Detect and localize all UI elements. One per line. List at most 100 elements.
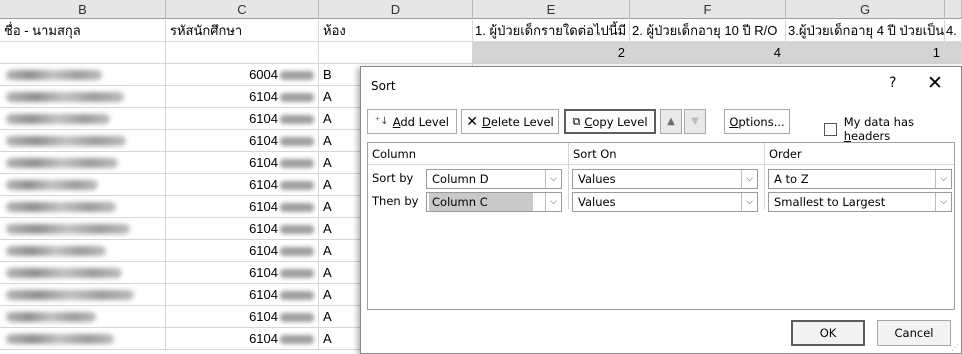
header-cell-room[interactable]: ห้อง: [319, 20, 473, 42]
name-cell[interactable]: [0, 86, 166, 108]
redacted-name: [6, 92, 124, 102]
redacted-id-suffix: [280, 137, 314, 147]
name-cell[interactable]: [0, 240, 166, 262]
move-up-button[interactable]: ▲: [660, 109, 682, 134]
name-cell[interactable]: [0, 174, 166, 196]
student-id-cell[interactable]: 6104: [166, 240, 319, 262]
grid-header-column: Column: [372, 147, 417, 161]
name-cell[interactable]: [0, 196, 166, 218]
name-cell[interactable]: [0, 108, 166, 130]
grid-header-order: Order: [769, 147, 802, 161]
name-cell[interactable]: [0, 152, 166, 174]
name-cell[interactable]: [0, 130, 166, 152]
sort-by-column-value: Column D: [432, 172, 489, 186]
chevron-down-icon: ⌵: [545, 193, 561, 211]
header-cell-student-id[interactable]: รหัสนักศึกษา: [166, 20, 319, 42]
ok-button[interactable]: OK: [791, 320, 865, 346]
chevron-down-icon: ⌵: [935, 193, 951, 211]
totals-cell-b[interactable]: [0, 42, 166, 64]
column-header-f[interactable]: F: [630, 0, 786, 19]
header-cell-q2[interactable]: 2. ผู้ป่วยเด็กอายุ 10 ปี R/O: [630, 20, 786, 42]
then-by-sort-on-dropdown[interactable]: Values ⌵: [572, 192, 758, 212]
student-id-cell[interactable]: 6104: [166, 108, 319, 130]
student-id-cell[interactable]: 6104: [166, 130, 319, 152]
dialog-title: Sort: [371, 79, 396, 93]
student-id-cell[interactable]: 6104: [166, 174, 319, 196]
student-id-cell[interactable]: 6104: [166, 86, 319, 108]
redacted-id-suffix: [280, 203, 314, 213]
column-header-c[interactable]: C: [166, 0, 319, 19]
student-id-cell[interactable]: 6104: [166, 306, 319, 328]
delete-icon: ✕: [466, 113, 478, 130]
then-by-order-dropdown[interactable]: Smallest to Largest ⌵: [768, 192, 952, 212]
column-header-b[interactable]: B: [0, 0, 166, 19]
student-id-cell[interactable]: 6104: [166, 284, 319, 306]
redacted-name: [6, 224, 130, 234]
options-button[interactable]: Options...: [724, 109, 790, 134]
add-level-icon: ⁺↓: [375, 116, 389, 127]
grid-divider-2: [764, 143, 765, 209]
column-header-d[interactable]: D: [319, 0, 473, 19]
name-cell[interactable]: [0, 218, 166, 240]
cancel-button[interactable]: Cancel: [877, 320, 951, 346]
column-header-g[interactable]: G: [786, 0, 945, 19]
name-cell[interactable]: [0, 262, 166, 284]
chevron-down-icon: ⌵: [545, 170, 561, 188]
redacted-name: [6, 246, 106, 256]
delete-level-button[interactable]: ✕ Delete Level: [461, 109, 559, 134]
checkbox-box[interactable]: [824, 122, 837, 136]
student-id-cell[interactable]: 6104: [166, 328, 319, 350]
totals-cell-q3[interactable]: 1: [786, 42, 945, 64]
header-cell-name[interactable]: ชื่อ - นามสกุล: [0, 20, 166, 42]
chevron-down-icon: ⌵: [741, 170, 757, 188]
sort-by-sort-on-dropdown[interactable]: Values ⌵: [572, 169, 758, 189]
add-level-button[interactable]: ⁺↓ Add Level: [367, 109, 457, 134]
column-header-e[interactable]: E: [473, 0, 630, 19]
redacted-id-suffix: [280, 335, 314, 345]
help-button[interactable]: ?: [889, 75, 896, 91]
copy-level-button[interactable]: ⧉ Copy Level: [564, 109, 656, 134]
close-button[interactable]: ✕: [927, 72, 943, 94]
redacted-id-suffix: [280, 269, 314, 279]
student-id-cell[interactable]: 6104: [166, 196, 319, 218]
move-down-button[interactable]: ▼: [684, 109, 706, 134]
name-cell[interactable]: [0, 328, 166, 350]
name-cell[interactable]: [0, 306, 166, 328]
redacted-name: [6, 70, 102, 80]
sort-by-order-value: A to Z: [774, 172, 809, 186]
student-id-cell[interactable]: 6004: [166, 64, 319, 86]
redacted-name: [6, 334, 114, 344]
totals-cell-d[interactable]: [319, 42, 473, 64]
student-id-prefix: 6104: [249, 89, 278, 104]
redacted-id-suffix: [280, 93, 314, 103]
redacted-name: [6, 136, 126, 146]
redacted-name: [6, 202, 116, 212]
student-id-cell[interactable]: 6104: [166, 152, 319, 174]
student-id-prefix: 6104: [249, 111, 278, 126]
name-cell[interactable]: [0, 284, 166, 306]
header-cell-q3[interactable]: 3.ผู้ป่วยเด็กอายุ 4 ปี ป่วยเป็น: [786, 20, 945, 42]
my-data-has-headers-checkbox[interactable]: My data has headers: [824, 115, 961, 143]
sort-by-sort-on-value: Values: [578, 172, 616, 186]
resize-grip-icon[interactable]: ⋰: [951, 343, 959, 352]
column-header-h[interactable]: [945, 0, 962, 19]
redacted-id-suffix: [280, 71, 314, 81]
header-cell-q4[interactable]: 4. ผ: [945, 20, 962, 42]
totals-cell-q2[interactable]: 4: [630, 42, 786, 64]
redacted-name: [6, 158, 118, 168]
sort-levels-grid: Column Sort On Order Sort by Column D ⌵ …: [367, 142, 955, 310]
totals-cell-c[interactable]: [166, 42, 319, 64]
student-id-cell[interactable]: 6104: [166, 262, 319, 284]
name-cell[interactable]: [0, 64, 166, 86]
totals-cell-q4[interactable]: [945, 42, 962, 64]
then-by-column-value: Column C: [429, 193, 533, 211]
header-cell-q1[interactable]: 1. ผู้ป่วยเด็กรายใดต่อไปนี้มี: [473, 20, 630, 42]
redacted-id-suffix: [280, 313, 314, 323]
student-id-cell[interactable]: 6104: [166, 218, 319, 240]
sort-by-order-dropdown[interactable]: A to Z ⌵: [768, 169, 952, 189]
grid-divider-1: [568, 143, 569, 209]
student-id-prefix: 6104: [249, 331, 278, 346]
totals-cell-q1[interactable]: 2: [473, 42, 630, 64]
then-by-column-dropdown[interactable]: Column C ⌵: [426, 192, 562, 212]
sort-by-column-dropdown[interactable]: Column D ⌵: [426, 169, 562, 189]
